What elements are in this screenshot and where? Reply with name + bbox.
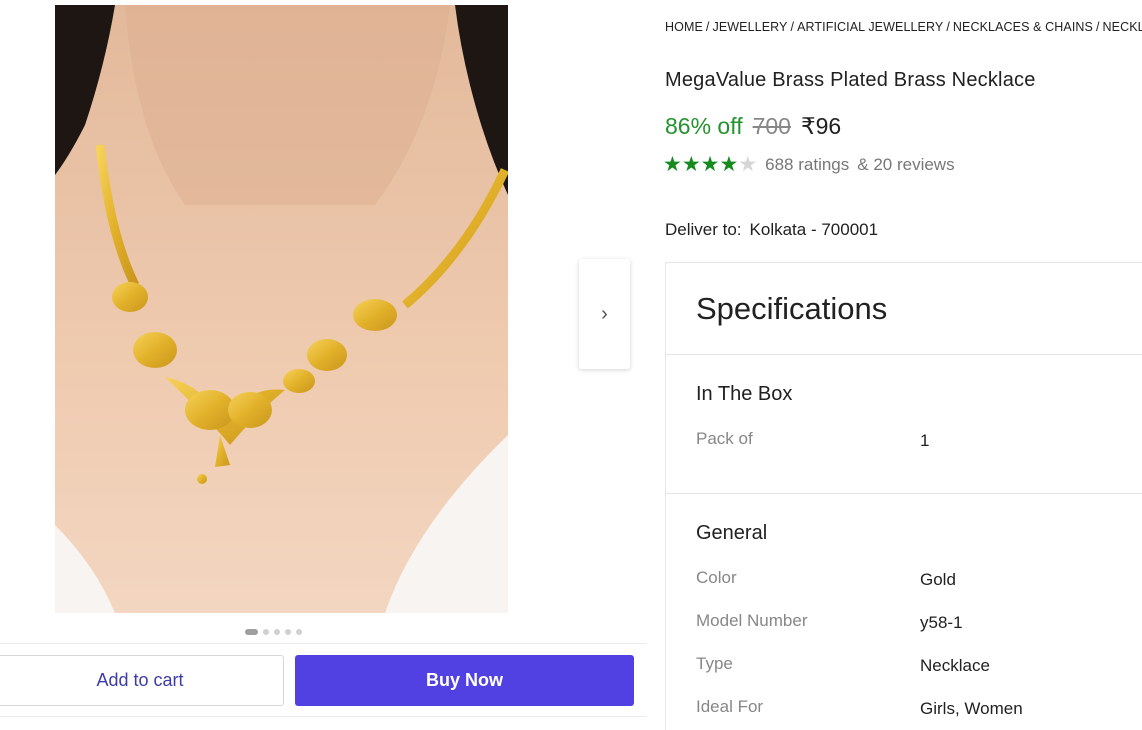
spec-key: Type <box>696 654 733 673</box>
breadcrumb-home[interactable]: HOME <box>665 20 703 34</box>
spec-key: Model Number <box>696 611 808 630</box>
breadcrumb-artificial-jewellery[interactable]: ARTIFICIAL JEWELLERY <box>797 20 943 34</box>
star-icon: ★ <box>681 153 701 176</box>
section-title-general: General <box>696 522 768 544</box>
breadcrumb-separator: / <box>790 20 795 34</box>
discount-percent: 86% off <box>665 113 743 139</box>
ratings-count: 688 ratings <box>765 155 850 174</box>
breadcrumb-separator: / <box>946 20 950 34</box>
selling-price: ₹96 <box>800 113 842 139</box>
specifications-heading: Specifications <box>696 291 888 326</box>
add-to-cart-button[interactable]: Add to cart <box>0 655 284 706</box>
rating-row[interactable]: ★ ★ ★ ★ ★ 688 ratings & 20 reviews <box>663 153 955 177</box>
chevron-right-icon: › <box>601 302 608 325</box>
breadcrumb-necklaces-chains[interactable]: NECKLACES & CHAINS <box>953 20 1093 34</box>
reviews-count: & 20 reviews <box>857 155 955 174</box>
divider <box>666 354 1142 355</box>
delivery-location[interactable]: Deliver to: Kolkata - 700001 <box>665 220 878 240</box>
product-image[interactable] <box>55 5 508 613</box>
divider <box>666 493 1142 494</box>
carousel-dot[interactable] <box>296 629 302 635</box>
star-rating: ★ ★ ★ ★ ★ <box>663 153 757 177</box>
spec-value: Necklace <box>920 656 990 675</box>
price-row: 86% off 700 ₹96 <box>665 113 841 140</box>
breadcrumb-jewellery[interactable]: JEWELLERY <box>712 20 787 34</box>
carousel-dot[interactable] <box>285 629 291 635</box>
next-image-button[interactable]: › <box>579 259 630 369</box>
star-icon: ★ <box>719 153 739 176</box>
deliver-pincode: Kolkata - 700001 <box>749 220 879 239</box>
spec-value: y58-1 <box>920 613 963 632</box>
spec-key: Pack of <box>696 429 753 448</box>
star-icon: ★ <box>700 153 720 176</box>
spec-key: Color <box>696 568 737 587</box>
spec-value: Gold <box>920 570 956 589</box>
breadcrumb-separator: / <box>1095 20 1100 34</box>
spec-value: 1 <box>920 431 930 450</box>
action-bar: Add to cart Buy Now <box>0 643 646 717</box>
deliver-label: Deliver to: <box>665 220 742 239</box>
specifications-card: Specifications In The Box Pack of 1 Gene… <box>665 262 1142 730</box>
section-title-in-the-box: In The Box <box>696 383 793 405</box>
breadcrumb: HOME / JEWELLERY / ARTIFICIAL JEWELLERY / NECK… <box>665 20 1142 34</box>
carousel-dots <box>245 628 302 636</box>
original-price: 700 <box>752 113 791 139</box>
star-icon: ★ <box>738 153 758 176</box>
spec-value: Girls, Women <box>920 699 1023 718</box>
breadcrumb-separator: / <box>705 20 710 34</box>
necklace-photo <box>55 5 508 613</box>
carousel-dot[interactable] <box>274 629 280 635</box>
buy-now-button[interactable]: Buy Now <box>295 655 634 706</box>
carousel-dot[interactable] <box>245 629 258 635</box>
star-icon: ★ <box>663 153 682 176</box>
breadcrumb-necklaces[interactable]: NECKL <box>1103 20 1142 34</box>
product-title: MegaValue Brass Plated Brass Necklace <box>665 69 1036 91</box>
spec-key: Ideal For <box>696 697 764 716</box>
carousel-dot[interactable] <box>263 629 269 635</box>
